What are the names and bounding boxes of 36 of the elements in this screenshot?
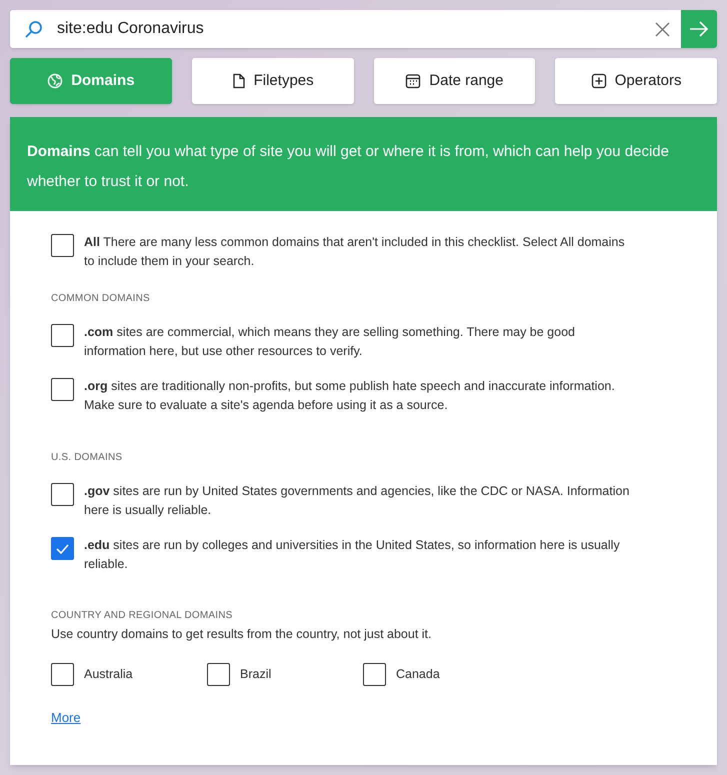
checkbox[interactable] bbox=[363, 662, 386, 686]
calendar-icon bbox=[405, 73, 422, 89]
checkmark-icon bbox=[56, 544, 69, 554]
section-heading: COUNTRY AND REGIONAL DOMAINS bbox=[51, 609, 234, 623]
checkbox[interactable] bbox=[51, 662, 74, 686]
option-description: .org sites are traditionally non-profits, but some publish hate speech and inaccurate information. Make sure to evaluate a site's agenda before using it as a source. bbox=[84, 378, 616, 414]
filter-tab[interactable]: Date range bbox=[374, 58, 536, 104]
globe-icon bbox=[47, 73, 64, 89]
search-icon bbox=[24, 20, 43, 39]
info-banner: Domains can tell you what type of site you will get or where it is from, which can help you decide whether to trust it or not. bbox=[10, 117, 717, 211]
checkbox[interactable] bbox=[51, 483, 74, 506]
filter-tab[interactable]: Operators bbox=[555, 58, 717, 104]
plus-box-icon bbox=[590, 73, 607, 89]
section-heading: U.S. DOMAINS bbox=[51, 451, 124, 465]
option-description: .com sites are commercial, which means they are selling something. There may be good information here, but use other resources to verify. bbox=[84, 324, 576, 360]
option-description: All There are many less common domains that aren't included in this checklist. Select All domains to include them in your search. bbox=[84, 234, 626, 270]
checkbox[interactable] bbox=[207, 662, 230, 686]
arrow-right-icon bbox=[689, 21, 709, 37]
country-label: Canada bbox=[396, 666, 440, 683]
filter-tab[interactable]: Filetypes bbox=[192, 58, 354, 104]
option-description: .edu sites are run by colleges and universities in the United States, so information here is usually reliable. bbox=[84, 537, 621, 573]
file-icon bbox=[232, 73, 246, 89]
checkbox[interactable] bbox=[51, 378, 74, 401]
country-label: Australia bbox=[84, 666, 133, 683]
checkbox[interactable] bbox=[51, 324, 74, 347]
country-label: Brazil bbox=[240, 666, 272, 683]
checkbox[interactable] bbox=[51, 537, 74, 560]
search-bar[interactable]: site:edu Coronavirus bbox=[10, 10, 717, 48]
close-icon bbox=[654, 22, 670, 36]
checkbox[interactable] bbox=[51, 234, 74, 257]
section-heading: COMMON DOMAINS bbox=[51, 292, 151, 306]
section-description: Use country domains to get results from the country, not just about it. bbox=[51, 626, 433, 643]
search-button[interactable] bbox=[681, 10, 717, 48]
option-description: .gov sites are run by United States governments and agencies, like the CDC or NASA. Information here is usually reliable. bbox=[84, 483, 630, 519]
search-input[interactable]: site:edu Coronavirus bbox=[57, 10, 643, 48]
more-link[interactable]: More bbox=[51, 708, 81, 728]
